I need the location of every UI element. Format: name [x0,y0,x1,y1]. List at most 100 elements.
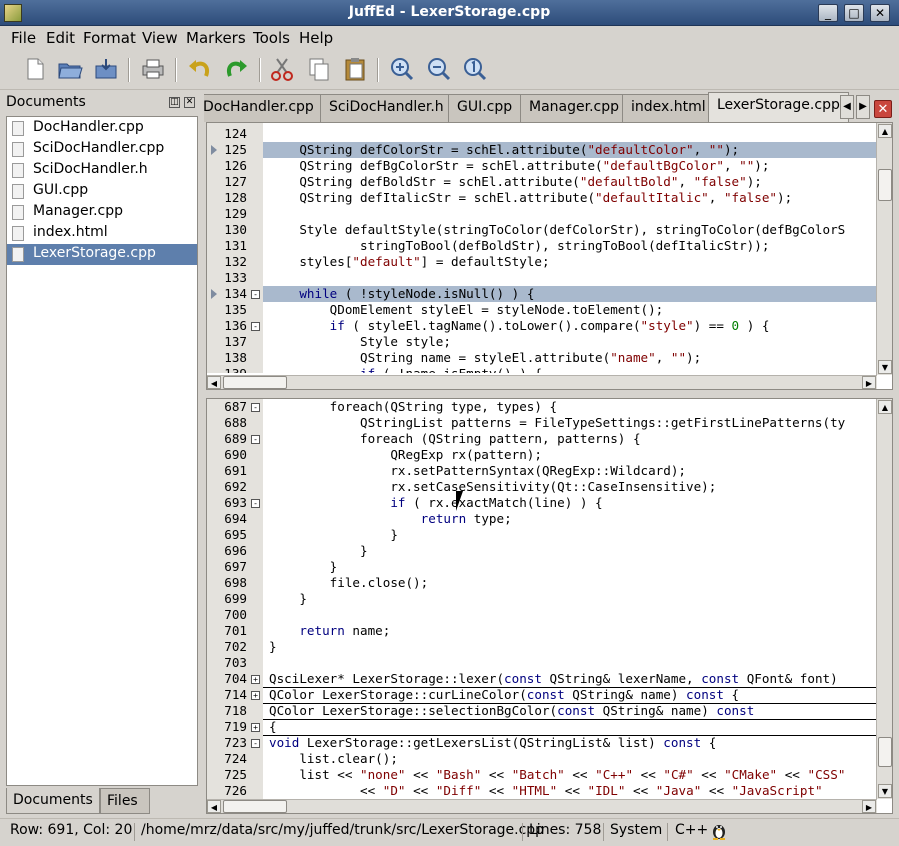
document-item-selected[interactable]: LexerStorage.cpp [7,244,197,265]
code-line[interactable]: 703 ​ [207,655,877,671]
tab-index-html[interactable]: index.html [622,94,715,122]
code-text[interactable]: Style style; [263,334,877,350]
code-line[interactable]: 692 rx.setCaseSensitivity(Qt::CaseInsens… [207,479,877,495]
menu-help[interactable]: Help [299,29,333,47]
charset-indicator[interactable]: System [610,822,662,838]
editor-pane-top[interactable]: 124​125 QString defColorStr = schEl.attr… [206,122,893,390]
tab-files[interactable]: Files [100,788,150,814]
code-line[interactable]: 138 QString name = styleEl.attribute("na… [207,350,877,366]
code-text[interactable]: if ( rx.exactMatch(line) ) { [263,495,877,511]
code-area[interactable]: 687- foreach(QString type, types) {688 Q… [207,399,877,799]
code-text[interactable]: foreach(QString type, types) { [263,399,877,415]
scroll-thumb[interactable] [878,169,892,201]
save-icon[interactable] [93,56,119,82]
document-item[interactable]: GUI.cpp [7,181,197,202]
fold-collapse-icon[interactable]: - [251,322,260,331]
code-text[interactable]: } [263,639,877,655]
code-line[interactable]: 139 if ( !name.isEmpty() ) { [207,366,877,373]
code-text[interactable]: ​ [263,126,877,142]
fold-expand-icon[interactable]: + [251,675,260,684]
float-panel-icon[interactable]: ◫ [169,97,180,108]
fold-collapse-icon[interactable]: - [251,739,260,748]
code-text[interactable]: QString name = styleEl.attribute("name",… [263,350,877,366]
code-text[interactable]: Style defaultStyle(stringToColor(defColo… [263,222,877,238]
code-text[interactable]: QDomElement styleEl = styleNode.toElemen… [263,302,877,318]
code-text[interactable]: QString defBoldStr = schEl.attribute("de… [263,174,877,190]
code-text[interactable]: QString defItalicStr = schEl.attribute("… [263,190,877,206]
code-line[interactable]: 130 Style defaultStyle(stringToColor(def… [207,222,877,238]
horizontal-scrollbar[interactable]: ◀ ▶ [207,375,877,389]
undo-icon[interactable] [186,56,212,82]
code-text[interactable]: } [263,527,877,543]
cut-icon[interactable] [269,56,295,82]
paste-icon[interactable] [342,56,368,82]
tab-lexerstorage[interactable]: LexerStorage.cpp [708,92,849,122]
code-line[interactable]: 129 ​ [207,206,877,222]
redo-icon[interactable] [224,56,250,82]
print-icon[interactable] [140,56,166,82]
fold-expand-icon[interactable]: + [251,691,260,700]
code-text[interactable]: ​ [263,607,877,623]
code-line[interactable]: 701 return name; [207,623,877,639]
editor-splitter[interactable] [206,390,893,398]
code-line[interactable]: 125 QString defColorStr = schEl.attribut… [207,142,877,158]
code-line[interactable]: 718 QColor LexerStorage::selectionBgColor… [207,703,877,720]
scroll-thumb[interactable] [878,737,892,767]
code-line[interactable]: 697 } [207,559,877,575]
scroll-down-icon[interactable]: ▼ [878,360,892,374]
code-line[interactable]: 726 << "D" << "Diff" << "HTML" << "IDL" … [207,783,877,799]
code-text[interactable]: styles["default"] = defaultStyle; [263,254,877,270]
tab-manager[interactable]: Manager.cpp [520,94,629,122]
code-area[interactable]: 124​125 QString defColorStr = schEl.attr… [207,123,877,373]
menu-file[interactable]: File [11,29,36,47]
document-item[interactable]: DocHandler.cpp [7,118,197,139]
scroll-thumb[interactable] [223,376,287,389]
code-line[interactable]: 135 QDomElement styleEl = styleNode.toEl… [207,302,877,318]
tab-scroll-left-icon[interactable]: ◀ [840,95,854,119]
code-line[interactable]: 693- if ( rx.exactMatch(line) ) { [207,495,877,511]
code-line[interactable]: 695 } [207,527,877,543]
code-line[interactable]: 725 list << "none" << "Bash" << "Batch" … [207,767,877,783]
code-line[interactable]: 691 rx.setPatternSyntax(QRegExp::Wildcar… [207,463,877,479]
code-text[interactable]: QsciLexer* LexerStorage::lexer(const QSt… [263,671,877,688]
scroll-up-icon[interactable]: ▲ [878,124,892,138]
document-item[interactable]: SciDocHandler.h [7,160,197,181]
code-text[interactable]: { [263,719,877,736]
tab-scidochandler-h[interactable]: SciDocHandler.h [320,94,453,122]
code-text[interactable]: QString defColorStr = schEl.attribute("d… [263,142,877,158]
scroll-left-icon[interactable]: ◀ [207,800,221,813]
code-line[interactable]: 696 } [207,543,877,559]
code-line[interactable]: 688 QStringList patterns = FileTypeSetti… [207,415,877,431]
scroll-down-icon[interactable]: ▼ [878,784,892,798]
code-text[interactable]: list.clear(); [263,751,877,767]
code-text[interactable]: ​ [263,206,877,222]
code-line[interactable]: 699 } [207,591,877,607]
menu-markers[interactable]: Markers [186,29,246,47]
code-text[interactable]: foreach (QString pattern, patterns) { [263,431,877,447]
fold-collapse-icon[interactable]: - [251,290,260,299]
code-text[interactable]: QRegExp rx(pattern); [263,447,877,463]
editor-pane-bottom[interactable]: 687- foreach(QString type, types) {688 Q… [206,398,893,814]
code-text[interactable]: rx.setCaseSensitivity(Qt::CaseInsensitiv… [263,479,877,495]
code-text[interactable]: return name; [263,623,877,639]
code-line[interactable]: 689- foreach (QString pattern, patterns)… [207,431,877,447]
code-line[interactable]: 131 stringToBool(defBoldStr), stringToBo… [207,238,877,254]
minimize-button[interactable]: _ [818,4,838,22]
new-file-icon[interactable] [22,56,48,82]
code-text[interactable]: << "D" << "Diff" << "HTML" << "IDL" << "… [263,783,877,799]
code-line[interactable]: 704 + QsciLexer* LexerStorage::lexer(const… [207,671,877,688]
document-item[interactable]: SciDocHandler.cpp [7,139,197,160]
code-text[interactable]: return type; [263,511,877,527]
code-line[interactable]: 724 list.clear(); [207,751,877,767]
zoom-in-icon[interactable] [389,56,415,82]
code-text[interactable]: QColor LexerStorage::selectionBgColor(co… [263,703,877,720]
copy-icon[interactable] [306,56,332,82]
menu-tools[interactable]: Tools [253,29,290,47]
code-line[interactable]: 687- foreach(QString type, types) { [207,399,877,415]
code-text[interactable]: while ( !styleNode.isNull() ) { [263,286,877,302]
vertical-scrollbar[interactable]: ▲ ▼ [876,399,892,799]
maximize-button[interactable]: □ [844,4,864,22]
code-text[interactable]: if ( styleEl.tagName().toLower().compare… [263,318,877,334]
document-item[interactable]: index.html [7,223,197,244]
scroll-right-icon[interactable]: ▶ [862,800,876,813]
